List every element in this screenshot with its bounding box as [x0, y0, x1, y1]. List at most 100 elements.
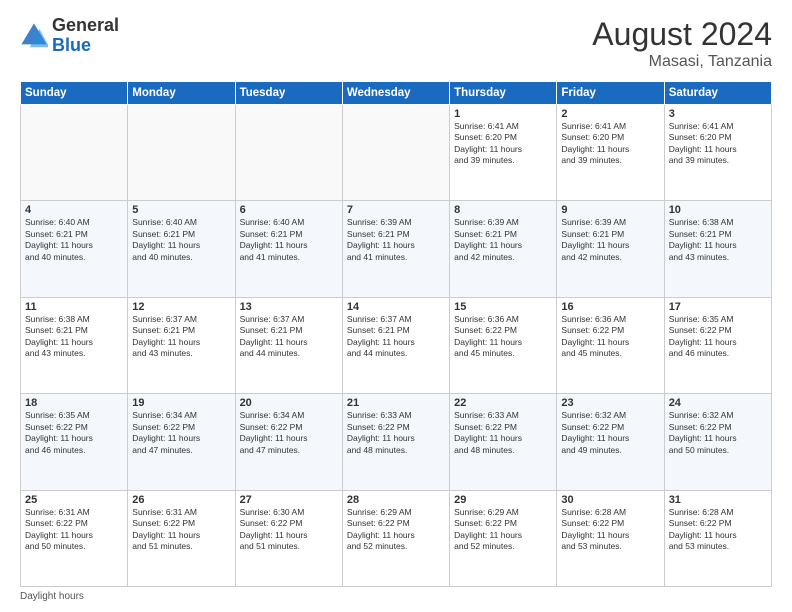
header-monday: Monday [128, 82, 235, 105]
header-thursday: Thursday [450, 82, 557, 105]
cell-w3-d6: 24Sunrise: 6:32 AMSunset: 6:22 PMDayligh… [664, 394, 771, 490]
day-info: Sunrise: 6:37 AMSunset: 6:21 PMDaylight:… [132, 314, 230, 360]
day-number: 28 [347, 494, 445, 506]
daylight-label: Daylight hours [20, 591, 84, 602]
day-number: 25 [25, 494, 123, 506]
day-number: 3 [669, 108, 767, 120]
day-info: Sunrise: 6:41 AMSunset: 6:20 PMDaylight:… [454, 121, 552, 167]
day-number: 4 [25, 204, 123, 216]
logo: General Blue [20, 16, 119, 56]
cell-w1-d3: 7Sunrise: 6:39 AMSunset: 6:21 PMDaylight… [342, 201, 449, 297]
cell-w0-d5: 2Sunrise: 6:41 AMSunset: 6:20 PMDaylight… [557, 105, 664, 201]
week-row-1: 4 Sunrise: 6:40 AMSunset: 6:21 PMDaylight… [21, 201, 772, 297]
week-row-0: 1Sunrise: 6:41 AMSunset: 6:20 PMDaylight… [21, 105, 772, 201]
day-number: 8 [454, 204, 552, 216]
cell-w3-d1: 19Sunrise: 6:34 AMSunset: 6:22 PMDayligh… [128, 394, 235, 490]
cell-w2-d2: 13Sunrise: 6:37 AMSunset: 6:21 PMDayligh… [235, 297, 342, 393]
day-info: Sunrise: 6:37 AMSunset: 6:21 PMDaylight:… [347, 314, 445, 360]
cell-w2-d5: 16Sunrise: 6:36 AMSunset: 6:22 PMDayligh… [557, 297, 664, 393]
week-row-3: 18Sunrise: 6:35 AMSunset: 6:22 PMDayligh… [21, 394, 772, 490]
day-info: Sunrise: 6:29 AMSunset: 6:22 PMDaylight:… [347, 507, 445, 553]
day-info: Sunrise: 6:34 AMSunset: 6:22 PMDaylight:… [240, 410, 338, 456]
day-info: Sunrise: 6:32 AMSunset: 6:22 PMDaylight:… [561, 410, 659, 456]
cell-w0-d3 [342, 105, 449, 201]
day-number: 22 [454, 397, 552, 409]
day-number: 30 [561, 494, 659, 506]
location: Masasi, Tanzania [592, 53, 772, 71]
header-saturday: Saturday [664, 82, 771, 105]
day-number: 20 [240, 397, 338, 409]
day-number: 16 [561, 301, 659, 313]
day-number: 23 [561, 397, 659, 409]
cell-w1-d5: 9Sunrise: 6:39 AMSunset: 6:21 PMDaylight… [557, 201, 664, 297]
cell-w1-d6: 10Sunrise: 6:38 AMSunset: 6:21 PMDayligh… [664, 201, 771, 297]
cell-w4-d6: 31Sunrise: 6:28 AMSunset: 6:22 PMDayligh… [664, 490, 771, 586]
cell-w3-d3: 21Sunrise: 6:33 AMSunset: 6:22 PMDayligh… [342, 394, 449, 490]
day-info: Sunrise: 6:29 AMSunset: 6:22 PMDaylight:… [454, 507, 552, 553]
cell-w0-d4: 1Sunrise: 6:41 AMSunset: 6:20 PMDaylight… [450, 105, 557, 201]
day-number: 1 [454, 108, 552, 120]
day-info: Sunrise: 6:30 AMSunset: 6:22 PMDaylight:… [240, 507, 338, 553]
day-number: 2 [561, 108, 659, 120]
day-info: Sunrise: 6:36 AMSunset: 6:22 PMDaylight:… [454, 314, 552, 360]
cell-w2-d4: 15Sunrise: 6:36 AMSunset: 6:22 PMDayligh… [450, 297, 557, 393]
day-info: Sunrise: 6:34 AMSunset: 6:22 PMDaylight:… [132, 410, 230, 456]
day-info: Sunrise: 6:28 AMSunset: 6:22 PMDaylight:… [669, 507, 767, 553]
day-info: Sunrise: 6:41 AMSunset: 6:20 PMDaylight:… [561, 121, 659, 167]
day-info: Sunrise: 6:35 AMSunset: 6:22 PMDaylight:… [25, 410, 123, 456]
cell-w1-d2: 6Sunrise: 6:40 AMSunset: 6:21 PMDaylight… [235, 201, 342, 297]
cell-w4-d5: 30Sunrise: 6:28 AMSunset: 6:22 PMDayligh… [557, 490, 664, 586]
day-info: Sunrise: 6:39 AMSunset: 6:21 PMDaylight:… [454, 217, 552, 263]
day-number: 29 [454, 494, 552, 506]
day-number: 9 [561, 204, 659, 216]
title-block: August 2024 Masasi, Tanzania [592, 16, 772, 71]
day-number: 31 [669, 494, 767, 506]
cell-w3-d2: 20Sunrise: 6:34 AMSunset: 6:22 PMDayligh… [235, 394, 342, 490]
calendar-header: SundayMondayTuesdayWednesdayThursdayFrid… [21, 82, 772, 105]
cell-w0-d1 [128, 105, 235, 201]
day-info: Sunrise: 6:28 AMSunset: 6:22 PMDaylight:… [561, 507, 659, 553]
day-number: 27 [240, 494, 338, 506]
day-info: Sunrise: 6:35 AMSunset: 6:22 PMDaylight:… [669, 314, 767, 360]
day-number: 10 [669, 204, 767, 216]
cell-w1-d4: 8Sunrise: 6:39 AMSunset: 6:21 PMDaylight… [450, 201, 557, 297]
day-info: Sunrise: 6:41 AMSunset: 6:20 PMDaylight:… [669, 121, 767, 167]
day-number: 12 [132, 301, 230, 313]
day-number: 13 [240, 301, 338, 313]
day-info: Sunrise: 6:39 AMSunset: 6:21 PMDaylight:… [561, 217, 659, 263]
logo-text: General Blue [52, 16, 119, 56]
day-info: Sunrise: 6:40 AMSunset: 6:21 PMDaylight:… [132, 217, 230, 263]
day-info: Sunrise: 6:39 AMSunset: 6:21 PMDaylight:… [347, 217, 445, 263]
week-row-2: 11Sunrise: 6:38 AMSunset: 6:21 PMDayligh… [21, 297, 772, 393]
day-info: Sunrise: 6:31 AMSunset: 6:22 PMDaylight:… [132, 507, 230, 553]
cell-w1-d0: 4Sunrise: 6:40 AMSunset: 6:21 PMDaylight… [21, 201, 128, 297]
header-tuesday: Tuesday [235, 82, 342, 105]
day-info: Sunrise: 6:33 AMSunset: 6:22 PMDaylight:… [454, 410, 552, 456]
day-info: Sunrise: 6:32 AMSunset: 6:22 PMDaylight:… [669, 410, 767, 456]
day-number: 11 [25, 301, 123, 313]
footer-note: Daylight hours [20, 591, 772, 602]
logo-blue-text: Blue [52, 36, 119, 56]
calendar-table: SundayMondayTuesdayWednesdayThursdayFrid… [20, 81, 772, 587]
day-number: 18 [25, 397, 123, 409]
cell-w2-d0: 11Sunrise: 6:38 AMSunset: 6:21 PMDayligh… [21, 297, 128, 393]
day-number: 15 [454, 301, 552, 313]
logo-general-text: General [52, 16, 119, 36]
header-row: SundayMondayTuesdayWednesdayThursdayFrid… [21, 82, 772, 105]
day-number: 14 [347, 301, 445, 313]
day-info: Sunrise: 6:40 AMSunset: 6:21 PMDaylight:… [240, 217, 338, 263]
cell-w4-d3: 28Sunrise: 6:29 AMSunset: 6:22 PMDayligh… [342, 490, 449, 586]
day-info: Sunrise: 6:38 AMSunset: 6:21 PMDaylight:… [25, 314, 123, 360]
day-number: 5 [132, 204, 230, 216]
day-number: 19 [132, 397, 230, 409]
day-info: Sunrise: 6:38 AMSunset: 6:21 PMDaylight:… [669, 217, 767, 263]
cell-w0-d2 [235, 105, 342, 201]
day-number: 17 [669, 301, 767, 313]
cell-w2-d1: 12Sunrise: 6:37 AMSunset: 6:21 PMDayligh… [128, 297, 235, 393]
cell-w2-d6: 17Sunrise: 6:35 AMSunset: 6:22 PMDayligh… [664, 297, 771, 393]
month-year: August 2024 [592, 16, 772, 53]
cell-w4-d4: 29Sunrise: 6:29 AMSunset: 6:22 PMDayligh… [450, 490, 557, 586]
cell-w4-d1: 26Sunrise: 6:31 AMSunset: 6:22 PMDayligh… [128, 490, 235, 586]
day-info: Sunrise: 6:31 AMSunset: 6:22 PMDaylight:… [25, 507, 123, 553]
calendar-body: 1Sunrise: 6:41 AMSunset: 6:20 PMDaylight… [21, 105, 772, 587]
